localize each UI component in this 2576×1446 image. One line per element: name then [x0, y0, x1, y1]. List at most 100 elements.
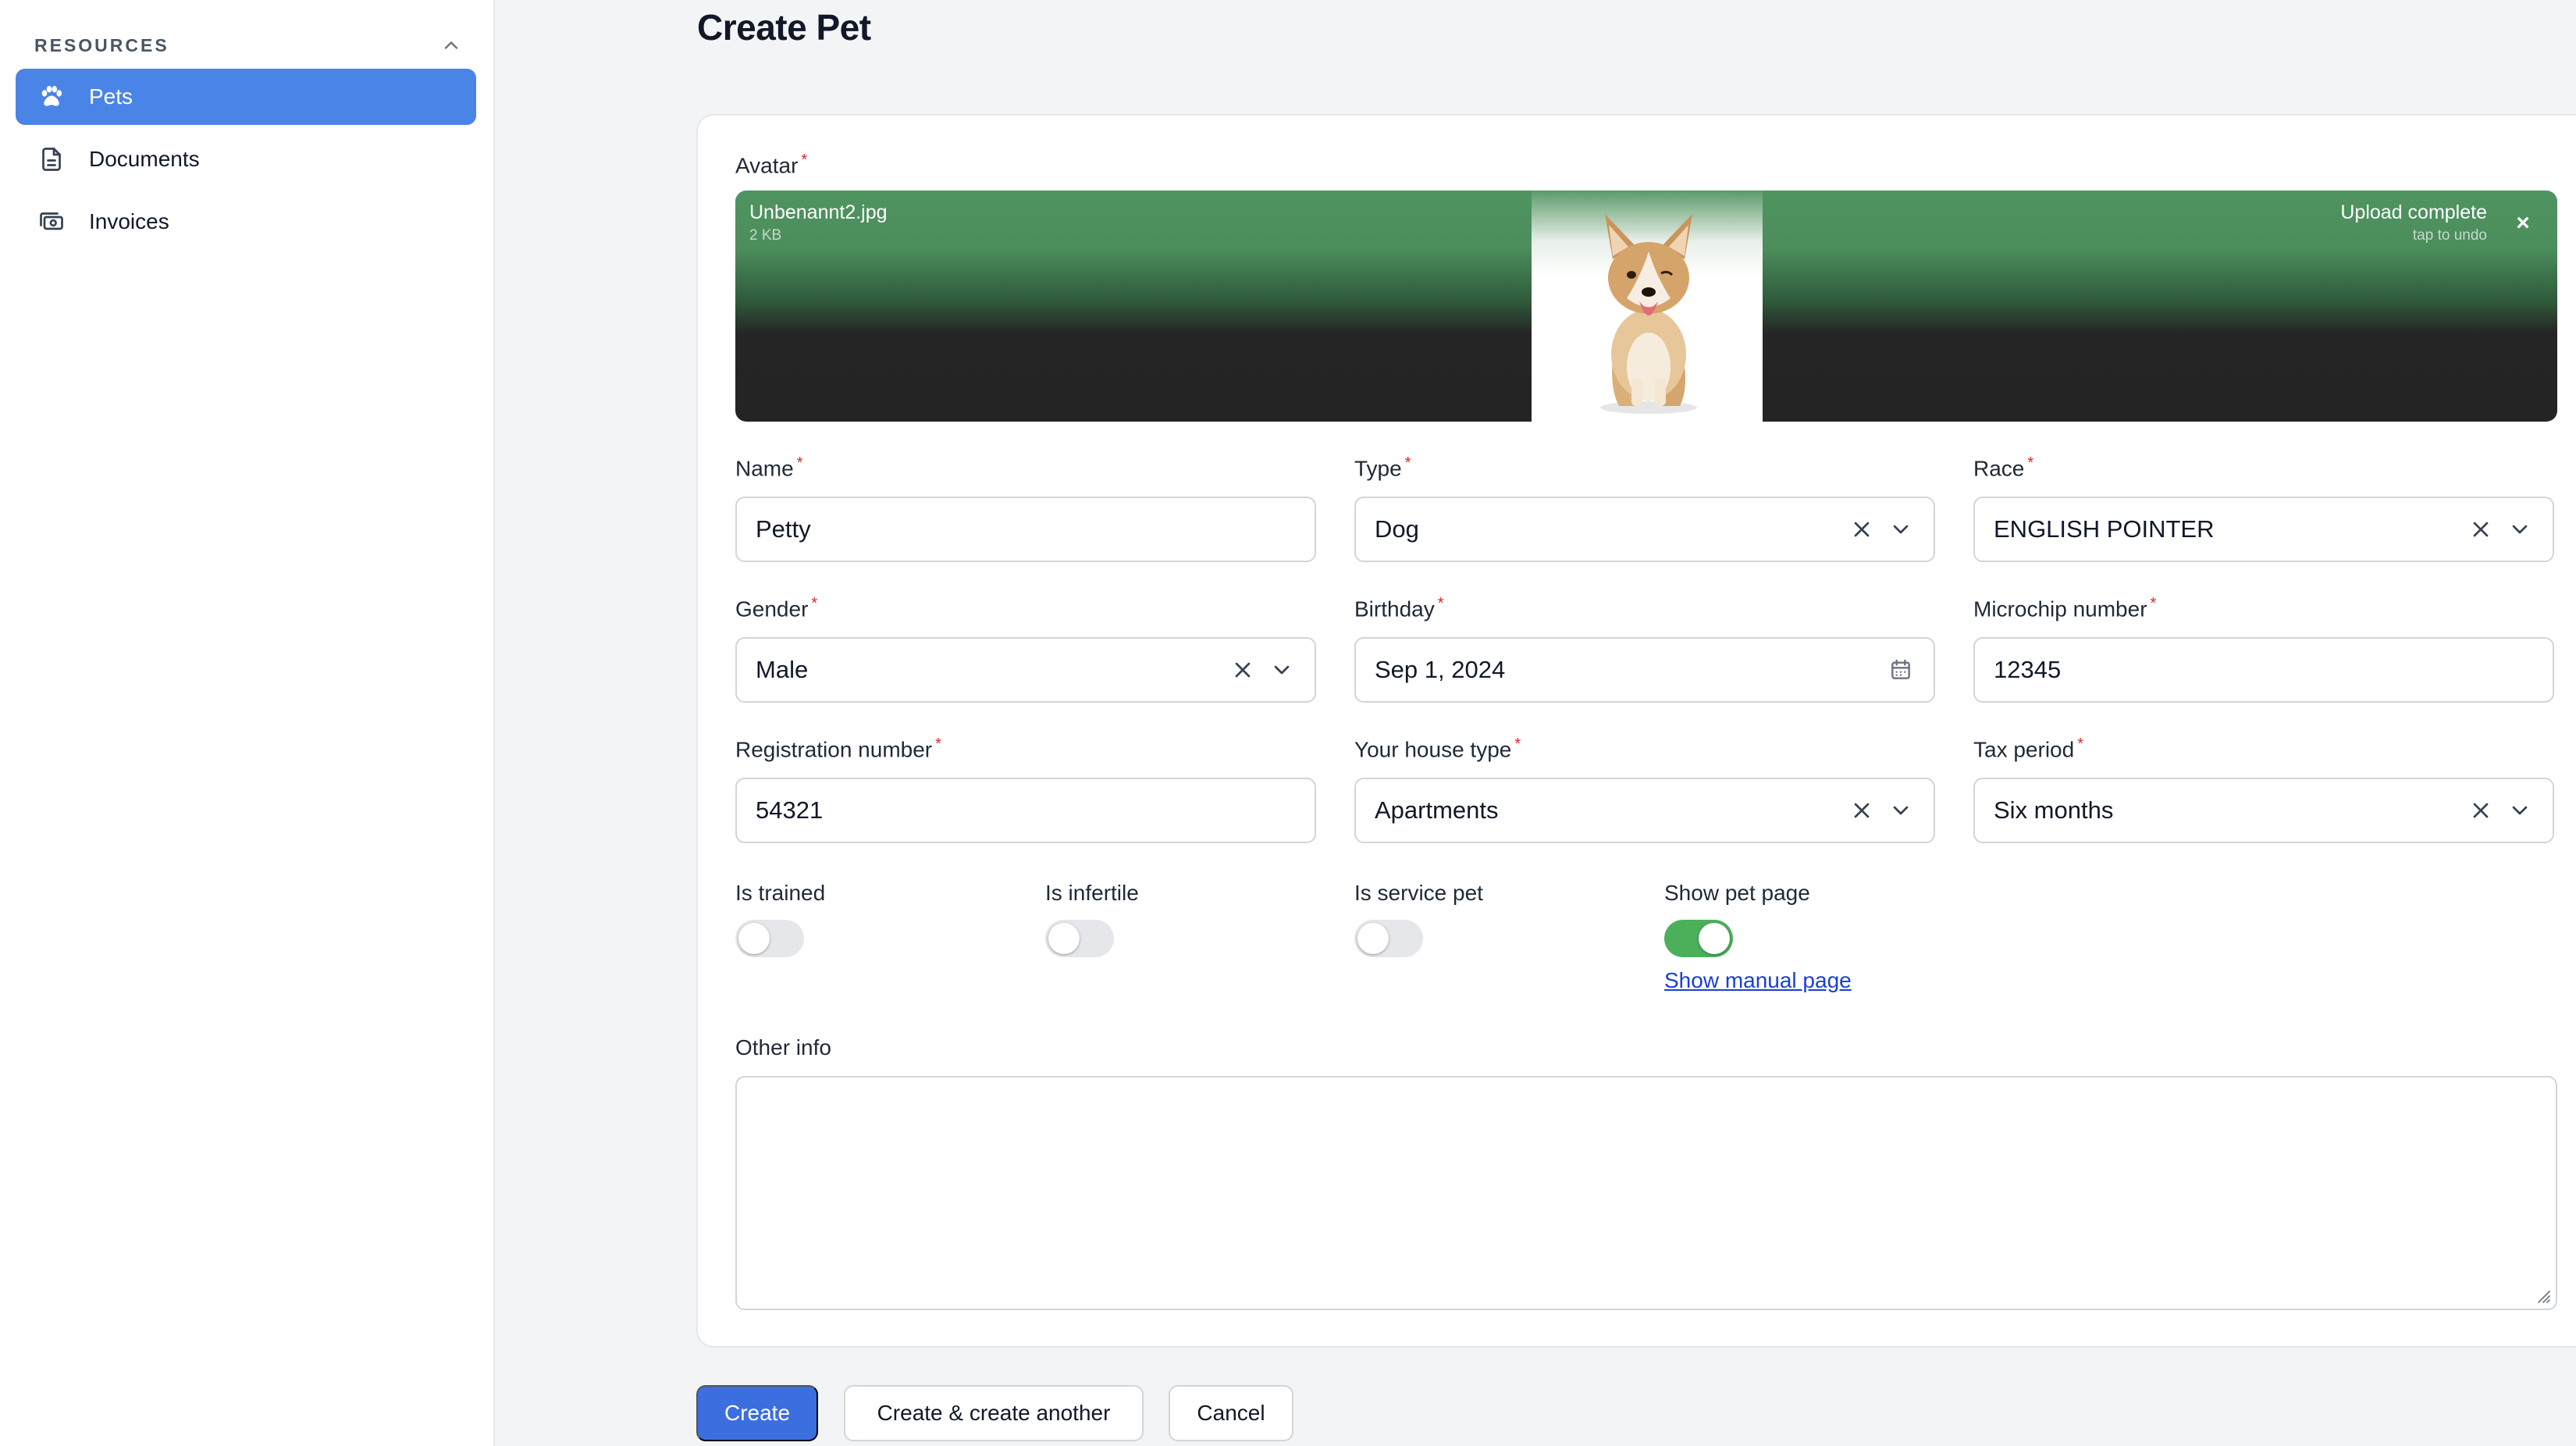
show-manual-page-link[interactable]: Show manual page — [1664, 968, 1852, 993]
name-label-text: Name — [735, 456, 794, 481]
sidebar-item-invoices[interactable]: Invoices — [16, 194, 476, 250]
toggle-knob — [1048, 923, 1080, 954]
sidebar-group-header[interactable]: RESOURCES — [34, 31, 462, 59]
gender-label: Gender * — [735, 595, 817, 621]
page-title: Create Pet — [697, 7, 871, 48]
race-label: Race * — [1973, 454, 2033, 481]
other-info-textarea[interactable] — [735, 1076, 2557, 1310]
chevron-down-icon[interactable] — [2507, 517, 2532, 542]
microchip-input[interactable]: 12345 — [1973, 637, 2554, 703]
microchip-label-text: Microchip number — [1973, 597, 2147, 621]
house-type-value: Apartments — [1375, 796, 1499, 824]
upload-remove-icon[interactable]: × — [2510, 211, 2535, 236]
calendar-icon[interactable] — [1888, 657, 1913, 682]
tax-period-select[interactable]: Six months — [1973, 778, 2554, 843]
clear-icon[interactable] — [1849, 517, 1874, 542]
avatar-label: Avatar * — [735, 151, 807, 178]
clear-icon[interactable] — [2468, 798, 2493, 823]
upload-file-info: Unbenannt2.jpg 2 KB — [749, 201, 888, 244]
is-trained-label: Is trained — [735, 881, 826, 905]
required-mark: * — [1437, 595, 1444, 612]
cancel-button[interactable]: Cancel — [1169, 1385, 1293, 1441]
registration-input[interactable]: 54321 — [735, 778, 1316, 843]
type-label: Type * — [1354, 454, 1411, 481]
toggle-knob — [1357, 923, 1389, 954]
tax-period-value: Six months — [1994, 796, 2114, 824]
sidebar-item-label: Invoices — [89, 209, 169, 233]
required-mark: * — [801, 151, 808, 169]
toggle-knob — [738, 923, 770, 954]
name-label: Name * — [735, 454, 803, 481]
is-service-pet-label: Is service pet — [1354, 881, 1483, 905]
required-mark: * — [2027, 454, 2034, 472]
chevron-down-icon[interactable] — [2507, 798, 2532, 823]
sidebar-group-title: RESOURCES — [34, 34, 169, 55]
gender-select[interactable]: Male — [735, 637, 1316, 703]
clear-icon[interactable] — [2468, 517, 2493, 542]
avatar-preview-image — [1532, 191, 1763, 422]
sidebar-item-label: Pets — [89, 84, 133, 109]
name-input[interactable]: Petty — [735, 497, 1316, 562]
sidebar-item-pets[interactable]: Pets — [16, 69, 476, 125]
chevron-down-icon[interactable] — [1888, 517, 1913, 542]
gender-value: Male — [756, 656, 809, 683]
birthday-value: Sep 1, 2024 — [1375, 656, 1506, 683]
tax-period-label: Tax period * — [1973, 735, 2083, 762]
create-and-create-another-button[interactable]: Create & create another — [844, 1385, 1144, 1441]
avatar-label-text: Avatar — [735, 153, 799, 178]
race-value: ENGLISH POINTER — [1994, 515, 2215, 543]
sidebar-item-label: Documents — [89, 147, 200, 171]
is-trained-toggle[interactable] — [735, 920, 804, 957]
required-mark: * — [796, 454, 803, 472]
upload-status-title: Upload complete — [2340, 201, 2487, 223]
is-infertile-label: Is infertile — [1045, 881, 1139, 905]
required-mark: * — [1514, 735, 1521, 753]
avatar-upload[interactable]: Unbenannt2.jpg 2 KB Upload complete tap … — [735, 191, 2557, 422]
show-pet-page-label: Show pet page — [1664, 881, 1810, 905]
house-type-label: Your house type * — [1354, 735, 1521, 762]
required-mark: * — [2077, 735, 2083, 753]
registration-label-text: Registration number — [735, 737, 933, 762]
upload-file-size: 2 KB — [749, 227, 782, 244]
race-select[interactable]: ENGLISH POINTER — [1973, 497, 2554, 562]
chevron-up-icon[interactable] — [440, 34, 462, 56]
type-select[interactable]: Dog — [1354, 497, 1935, 562]
paw-icon — [36, 81, 67, 112]
type-label-text: Type — [1354, 456, 1402, 481]
birthday-date-picker[interactable]: Sep 1, 2024 — [1354, 637, 1935, 703]
show-pet-page-toggle[interactable] — [1664, 920, 1733, 957]
type-value: Dog — [1375, 515, 1419, 543]
sidebar: RESOURCES Pets Documents Invoices — [0, 0, 495, 1446]
chevron-down-icon[interactable] — [1269, 657, 1294, 682]
microchip-label: Microchip number * — [1973, 595, 2156, 621]
upload-status-hint: tap to undo — [2412, 227, 2487, 244]
required-mark: * — [935, 735, 941, 753]
upload-file-name: Unbenannt2.jpg — [749, 201, 888, 223]
registration-label: Registration number * — [735, 735, 941, 762]
required-mark: * — [811, 595, 818, 612]
microchip-value: 12345 — [1994, 656, 2062, 683]
gender-label-text: Gender — [735, 597, 809, 621]
invoice-icon — [36, 206, 67, 237]
race-label-text: Race — [1973, 456, 2025, 481]
required-mark: * — [2150, 595, 2157, 612]
sidebar-nav: Pets Documents Invoices — [16, 69, 476, 256]
clear-icon[interactable] — [1230, 657, 1255, 682]
create-button[interactable]: Create — [696, 1385, 818, 1441]
upload-status[interactable]: Upload complete tap to undo — [2340, 201, 2487, 244]
required-mark: * — [1404, 454, 1411, 472]
is-service-pet-toggle[interactable] — [1354, 920, 1423, 957]
registration-value: 54321 — [756, 796, 824, 824]
name-value: Petty — [756, 515, 811, 543]
tax-period-label-text: Tax period — [1973, 737, 2075, 762]
clear-icon[interactable] — [1849, 798, 1874, 823]
house-type-select[interactable]: Apartments — [1354, 778, 1935, 843]
chevron-down-icon[interactable] — [1888, 798, 1913, 823]
resize-handle-icon[interactable] — [2534, 1287, 2551, 1304]
birthday-label: Birthday * — [1354, 595, 1444, 621]
toggle-knob — [1699, 923, 1730, 954]
sidebar-item-documents[interactable]: Documents — [16, 131, 476, 187]
is-infertile-toggle[interactable] — [1045, 920, 1114, 957]
other-info-label: Other info — [735, 1035, 831, 1060]
document-icon — [36, 144, 67, 175]
